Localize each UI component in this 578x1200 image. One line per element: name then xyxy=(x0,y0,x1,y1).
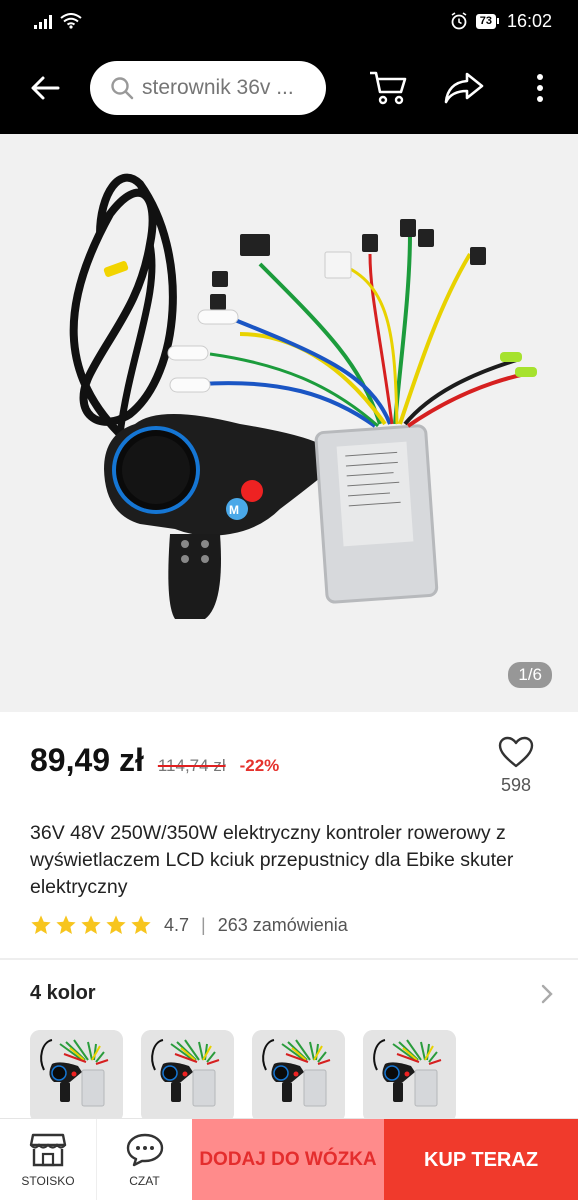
top-bar xyxy=(0,42,578,134)
store-label: STOISKO xyxy=(21,1174,75,1188)
svg-text:M: M xyxy=(229,503,239,517)
star-icon xyxy=(81,915,101,934)
star-icon xyxy=(131,915,151,934)
variant-thumbnails xyxy=(30,1030,456,1123)
variant-photo xyxy=(252,1030,345,1123)
product-image[interactable]: M 1/6 xyxy=(0,134,578,712)
variant-photo xyxy=(30,1030,123,1123)
star-icon xyxy=(106,915,126,934)
orders-count: 263 zamówienia xyxy=(217,914,348,935)
product-title: 36V 48V 250W/350W elektryczny kontroler … xyxy=(30,822,514,898)
wifi-icon xyxy=(60,13,82,29)
star-icon xyxy=(31,915,51,934)
top-actions xyxy=(350,42,578,134)
cart-button[interactable] xyxy=(350,42,426,134)
battery-icon: 73 xyxy=(475,13,499,29)
search-input[interactable] xyxy=(142,76,302,100)
section-divider xyxy=(0,958,578,960)
clock: 16:02 xyxy=(506,10,552,31)
variant-thumbnail[interactable] xyxy=(363,1030,456,1123)
rating-value: 4.7 xyxy=(164,914,190,935)
product-photo: M xyxy=(0,134,578,712)
arrow-left-icon xyxy=(31,76,60,100)
status-left xyxy=(34,13,82,29)
variant-photo xyxy=(363,1030,456,1123)
wishlist-button[interactable]: 598 xyxy=(494,736,538,796)
battery-level: 73 xyxy=(475,13,496,29)
current-price: 89,49 zł xyxy=(30,742,144,778)
heart-icon xyxy=(498,736,534,768)
more-vertical-icon xyxy=(537,74,543,102)
buy-now-button[interactable]: KUP TERAZ xyxy=(384,1119,578,1200)
variant-thumbnail[interactable] xyxy=(252,1030,345,1123)
search-icon xyxy=(111,77,134,100)
share-icon xyxy=(444,72,484,104)
variant-thumbnail[interactable] xyxy=(30,1030,123,1123)
alarm-icon xyxy=(451,12,467,30)
wishlist-count: 598 xyxy=(500,775,532,795)
variant-photo xyxy=(141,1030,234,1123)
cart-icon xyxy=(370,71,407,105)
back-button[interactable] xyxy=(0,42,90,134)
star-icon xyxy=(56,915,76,934)
discount-badge: -22% xyxy=(239,756,280,775)
price-row: 89,49 zł 114,74 zł -22% xyxy=(30,742,279,779)
chat-icon xyxy=(126,1133,163,1167)
chevron-right-icon xyxy=(541,984,553,1003)
old-price: 114,74 zł xyxy=(157,756,226,775)
chat-label: CZAT xyxy=(129,1174,160,1188)
more-button[interactable] xyxy=(502,42,578,134)
share-button[interactable] xyxy=(426,42,502,134)
rating-stars xyxy=(30,914,152,936)
variants-header[interactable]: 4 kolor xyxy=(30,982,554,1005)
chat-button[interactable]: CZAT xyxy=(96,1119,192,1200)
store-icon xyxy=(29,1133,67,1167)
add-to-cart-button[interactable]: DODAJ DO WÓZKA xyxy=(192,1119,384,1200)
image-counter: 1/6 xyxy=(508,662,552,688)
signal-icon xyxy=(34,15,52,29)
store-button[interactable]: STOISKO xyxy=(0,1119,96,1200)
variant-thumbnail[interactable] xyxy=(141,1030,234,1123)
status-bar: 73 16:02 xyxy=(0,0,578,42)
rating-separator: | xyxy=(201,914,206,935)
search-box[interactable] xyxy=(90,61,326,115)
rating-row[interactable]: 4.7 | 263 zamówienia xyxy=(30,914,348,936)
bottom-action-bar: STOISKO CZAT DODAJ DO WÓZKA KUP TERAZ xyxy=(0,1118,578,1200)
status-right: 73 16:02 xyxy=(450,11,552,32)
variants-title: 4 kolor xyxy=(30,982,96,1004)
